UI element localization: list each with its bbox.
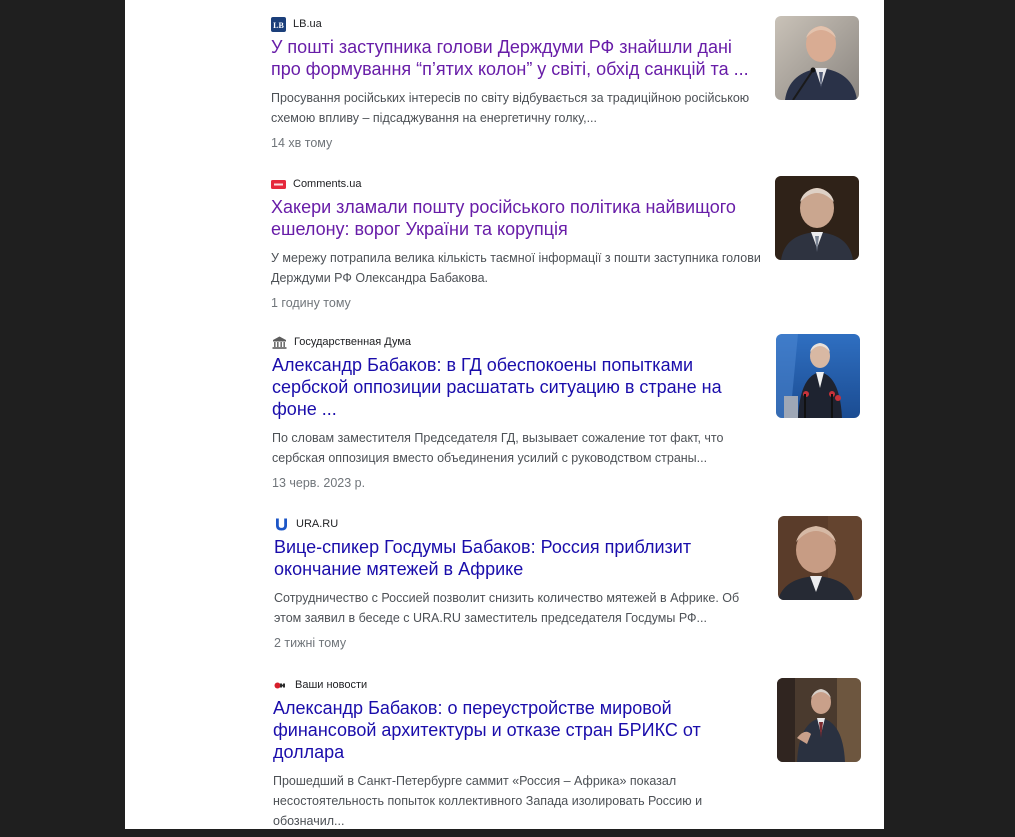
news-source-name: Государственная Дума xyxy=(294,336,412,348)
news-source[interactable]: Comments.ua xyxy=(271,176,761,192)
svg-text:LB: LB xyxy=(273,21,284,30)
news-headline-link[interactable]: Вице-спикер Госдумы Бабаков: Россия приб… xyxy=(274,536,764,580)
man-at-podium-microphones-photo[interactable] xyxy=(776,334,860,418)
news-result: Государственная Дума Александр Бабаков: … xyxy=(272,334,872,494)
news-source[interactable]: URA.RU xyxy=(274,516,764,532)
portrait-man-dark-background-photo[interactable] xyxy=(775,176,859,260)
lb-ua-logo-icon: LB xyxy=(271,16,286,32)
comments-ua-logo-icon xyxy=(271,177,286,192)
news-headline-link[interactable]: Александр Бабаков: о переустройстве миро… xyxy=(273,697,763,763)
man-speaking-seated-photo[interactable] xyxy=(777,678,861,762)
news-snippet: По словам заместителя Председателя ГД, в… xyxy=(272,431,724,465)
portrait-man-microphone-photo[interactable] xyxy=(775,16,859,100)
news-snippet: Сотрудничество с Россией позволит снизит… xyxy=(274,591,740,625)
news-source-name: Ваши новости xyxy=(295,679,368,691)
news-source[interactable]: Ваши новости xyxy=(273,677,763,693)
news-timestamp: 2 тижні тому xyxy=(274,636,347,650)
vashi-novosti-logo-icon xyxy=(273,678,288,693)
news-timestamp: 1 годину тому xyxy=(271,296,351,310)
news-headline-link[interactable]: Александр Бабаков: в ГД обеспокоены попы… xyxy=(272,354,762,420)
news-headline-link[interactable]: У пошті заступника голови Держдуми РФ зн… xyxy=(271,36,761,80)
news-snippet: Просування російських інтересів по світу… xyxy=(271,91,750,125)
news-result: Ваши новости Александр Бабаков: о переус… xyxy=(273,677,873,837)
news-source-name: LB.ua xyxy=(293,18,322,30)
news-source-name: URA.RU xyxy=(296,518,339,530)
news-snippet: У мережу потрапила велика кількість таєм… xyxy=(271,251,761,285)
news-source-name: Comments.ua xyxy=(293,178,362,190)
news-result-text: LB LB.ua У пошті заступника голови Держд… xyxy=(271,16,761,152)
ura-ru-logo-icon xyxy=(274,517,289,532)
news-result: Comments.ua Хакери зламали пошту російсь… xyxy=(271,176,871,316)
news-results-page: LB LB.ua У пошті заступника голови Держд… xyxy=(125,0,884,829)
news-source[interactable]: Государственная Дума xyxy=(272,334,762,350)
news-timestamp: 14 хв тому xyxy=(271,136,333,150)
duma-building-icon xyxy=(272,335,287,350)
news-result-text: Государственная Дума Александр Бабаков: … xyxy=(272,334,762,492)
portrait-man-closeup-photo[interactable] xyxy=(778,516,862,600)
news-result-text: Comments.ua Хакери зламали пошту російсь… xyxy=(271,176,761,312)
news-timestamp: 13 черв. 2023 р. xyxy=(272,476,366,490)
news-result-text: Ваши новости Александр Бабаков: о переус… xyxy=(273,677,763,831)
news-headline-link[interactable]: Хакери зламали пошту російського політик… xyxy=(271,196,761,240)
news-result: URA.RU Вице-спикер Госдумы Бабаков: Росс… xyxy=(274,516,874,656)
news-snippet: Прошедший в Санкт-Петербурге саммит «Рос… xyxy=(273,774,703,828)
news-source[interactable]: LB LB.ua xyxy=(271,16,761,32)
news-result-text: URA.RU Вице-спикер Госдумы Бабаков: Росс… xyxy=(274,516,764,652)
news-result: LB LB.ua У пошті заступника голови Держд… xyxy=(271,16,871,156)
